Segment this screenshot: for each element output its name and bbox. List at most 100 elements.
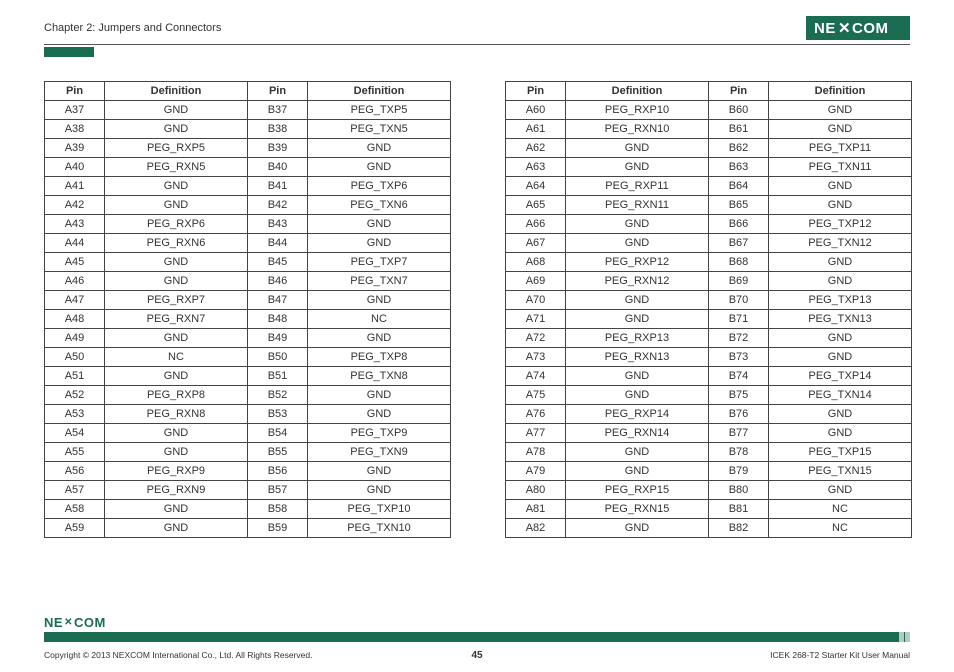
svg-text:NE: NE xyxy=(814,20,836,37)
definition-cell: GND xyxy=(308,386,451,405)
table-row: A74GNDB74PEG_TXP14 xyxy=(506,367,912,386)
pin-cell: B61 xyxy=(709,120,769,139)
definition-cell: PEG_TXP8 xyxy=(308,348,451,367)
pin-cell: A80 xyxy=(506,481,566,500)
table-row: A71GNDB71PEG_TXN13 xyxy=(506,310,912,329)
definition-cell: NC xyxy=(308,310,451,329)
table-row: A49GNDB49GND xyxy=(45,329,451,348)
pin-cell: B64 xyxy=(709,177,769,196)
table-row: A43PEG_RXP6B43GND xyxy=(45,215,451,234)
definition-cell: NC xyxy=(105,348,248,367)
definition-cell: GND xyxy=(308,329,451,348)
pin-cell: B40 xyxy=(248,158,308,177)
definition-cell: PEG_RXP8 xyxy=(105,386,248,405)
definition-cell: GND xyxy=(308,405,451,424)
definition-cell: GND xyxy=(308,462,451,481)
pin-cell: B52 xyxy=(248,386,308,405)
pin-cell: A77 xyxy=(506,424,566,443)
definition-cell: PEG_TXP15 xyxy=(769,443,912,462)
table-row: A81PEG_RXN15B81NC xyxy=(506,500,912,519)
table-row: A78GNDB78PEG_TXP15 xyxy=(506,443,912,462)
table-row: A62GNDB62PEG_TXP11 xyxy=(506,139,912,158)
definition-cell: GND xyxy=(566,367,709,386)
definition-cell: GND xyxy=(566,462,709,481)
pin-cell: B46 xyxy=(248,272,308,291)
pin-cell: B80 xyxy=(709,481,769,500)
definition-cell: PEG_TXN6 xyxy=(308,196,451,215)
col-pin-a: Pin xyxy=(506,82,566,101)
table-header-row: Pin Definition Pin Definition xyxy=(45,82,451,101)
table-row: A60PEG_RXP10B60GND xyxy=(506,101,912,120)
definition-cell: PEG_TXN9 xyxy=(308,443,451,462)
pin-cell: A42 xyxy=(45,196,105,215)
definition-cell: GND xyxy=(105,443,248,462)
definition-cell: PEG_TXN11 xyxy=(769,158,912,177)
col-def-a: Definition xyxy=(566,82,709,101)
pin-cell: B55 xyxy=(248,443,308,462)
pin-cell: B59 xyxy=(248,519,308,538)
table-row: A73PEG_RXN13B73GND xyxy=(506,348,912,367)
definition-cell: GND xyxy=(566,139,709,158)
definition-cell: GND xyxy=(566,310,709,329)
pin-cell: A38 xyxy=(45,120,105,139)
pin-cell: B44 xyxy=(248,234,308,253)
chapter-title: Chapter 2: Jumpers and Connectors xyxy=(44,22,221,34)
definition-cell: GND xyxy=(105,120,248,139)
pin-cell: A66 xyxy=(506,215,566,234)
nexcom-logo-bottom: NE✕COM xyxy=(44,615,106,630)
definition-cell: PEG_TXP5 xyxy=(308,101,451,120)
pin-cell: A64 xyxy=(506,177,566,196)
pin-cell: A58 xyxy=(45,500,105,519)
pin-cell: A47 xyxy=(45,291,105,310)
table-row: A54GNDB54PEG_TXP9 xyxy=(45,424,451,443)
definition-cell: GND xyxy=(769,424,912,443)
col-def-b: Definition xyxy=(308,82,451,101)
definition-cell: GND xyxy=(105,367,248,386)
definition-cell: GND xyxy=(769,101,912,120)
table-row: A45GNDB45PEG_TXP7 xyxy=(45,253,451,272)
definition-cell: GND xyxy=(308,291,451,310)
definition-cell: GND xyxy=(105,500,248,519)
table-row: A55GNDB55PEG_TXN9 xyxy=(45,443,451,462)
pin-cell: B53 xyxy=(248,405,308,424)
pin-cell: B62 xyxy=(709,139,769,158)
col-def-b: Definition xyxy=(769,82,912,101)
table-row: A59GNDB59PEG_TXN10 xyxy=(45,519,451,538)
definition-cell: PEG_TXN7 xyxy=(308,272,451,291)
pin-cell: A59 xyxy=(45,519,105,538)
pin-cell: A49 xyxy=(45,329,105,348)
pin-cell: A44 xyxy=(45,234,105,253)
definition-cell: GND xyxy=(566,519,709,538)
pin-cell: B66 xyxy=(709,215,769,234)
definition-cell: PEG_TXN13 xyxy=(769,310,912,329)
pin-cell: B41 xyxy=(248,177,308,196)
pin-cell: B51 xyxy=(248,367,308,386)
pin-cell: A55 xyxy=(45,443,105,462)
table-row: A38GNDB38PEG_TXN5 xyxy=(45,120,451,139)
pin-cell: B76 xyxy=(709,405,769,424)
table-header-row: Pin Definition Pin Definition xyxy=(506,82,912,101)
table-row: A42GNDB42PEG_TXN6 xyxy=(45,196,451,215)
pin-cell: B82 xyxy=(709,519,769,538)
definition-cell: PEG_RXN8 xyxy=(105,405,248,424)
pin-cell: A50 xyxy=(45,348,105,367)
definition-cell: PEG_TXP7 xyxy=(308,253,451,272)
definition-cell: GND xyxy=(308,234,451,253)
pin-cell: B68 xyxy=(709,253,769,272)
definition-cell: GND xyxy=(769,253,912,272)
pin-cell: B45 xyxy=(248,253,308,272)
pin-cell: B70 xyxy=(709,291,769,310)
definition-cell: PEG_TXP14 xyxy=(769,367,912,386)
definition-cell: GND xyxy=(769,405,912,424)
pin-cell: A40 xyxy=(45,158,105,177)
definition-cell: PEG_RXP14 xyxy=(566,405,709,424)
table-row: A79GNDB79PEG_TXN15 xyxy=(506,462,912,481)
definition-cell: PEG_TXN14 xyxy=(769,386,912,405)
definition-cell: GND xyxy=(308,215,451,234)
pin-cell: B78 xyxy=(709,443,769,462)
definition-cell: PEG_TXP10 xyxy=(308,500,451,519)
pin-cell: A39 xyxy=(45,139,105,158)
table-row: A40PEG_RXN5B40GND xyxy=(45,158,451,177)
pin-cell: A56 xyxy=(45,462,105,481)
table-row: A53PEG_RXN8B53GND xyxy=(45,405,451,424)
